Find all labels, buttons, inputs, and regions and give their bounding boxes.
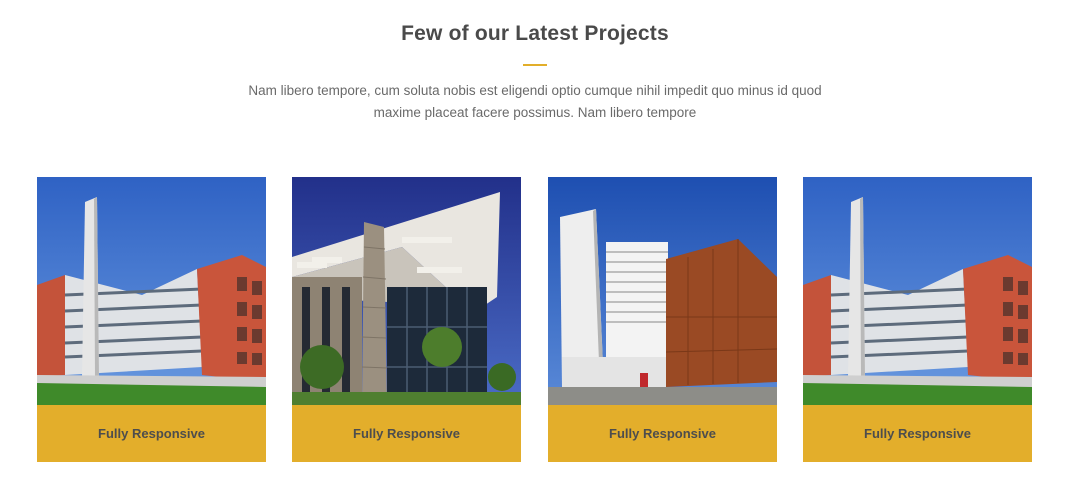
section-description: Nam libero tempore, cum soluta nobis est… bbox=[248, 83, 822, 120]
project-caption: Fully Responsive bbox=[548, 405, 777, 462]
project-card[interactable]: Fully Responsive bbox=[292, 177, 521, 462]
project-image[interactable] bbox=[37, 177, 266, 405]
project-image[interactable] bbox=[803, 177, 1032, 405]
title-divider bbox=[523, 64, 547, 66]
project-image[interactable] bbox=[292, 177, 521, 405]
project-card[interactable]: Fully Responsive bbox=[803, 177, 1032, 462]
project-card[interactable]: Fully Responsive bbox=[37, 177, 266, 462]
project-card[interactable]: Fully Responsive bbox=[548, 177, 777, 462]
project-caption: Fully Responsive bbox=[37, 405, 266, 462]
project-image[interactable] bbox=[548, 177, 777, 405]
section-title: Few of our Latest Projects bbox=[401, 22, 669, 45]
project-caption: Fully Responsive bbox=[292, 405, 521, 462]
project-caption: Fully Responsive bbox=[803, 405, 1032, 462]
